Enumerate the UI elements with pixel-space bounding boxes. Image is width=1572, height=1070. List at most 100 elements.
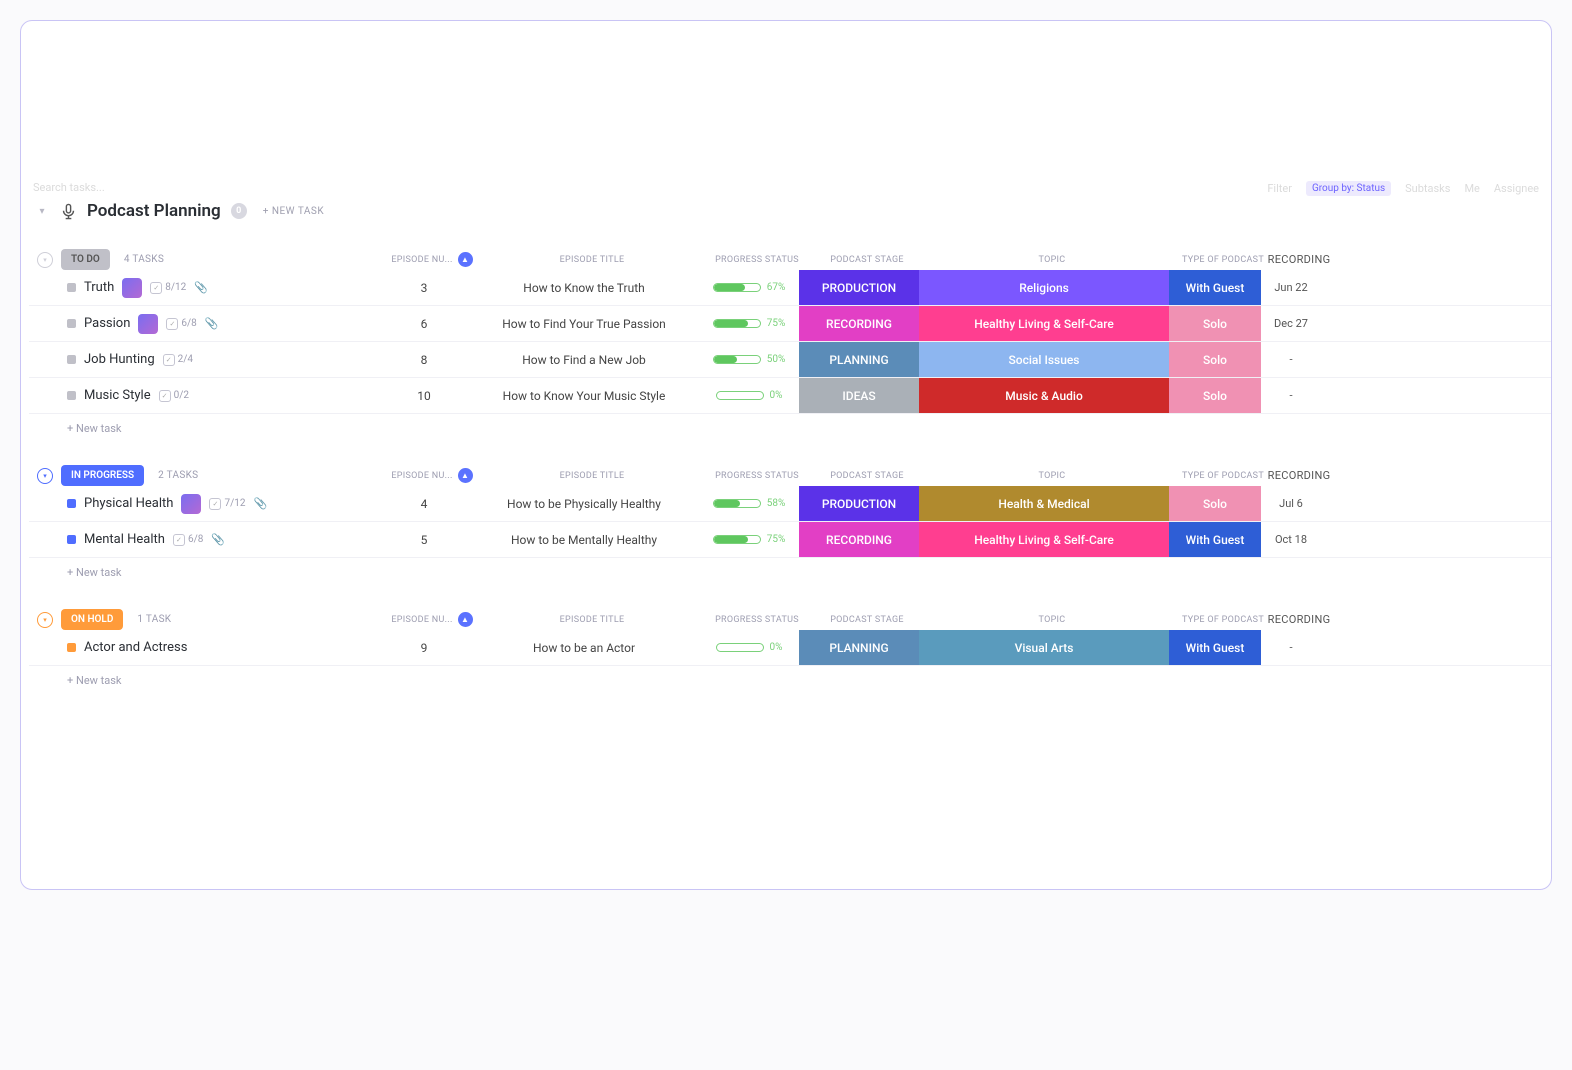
status-square-icon[interactable] bbox=[67, 319, 76, 328]
status-square-icon[interactable] bbox=[67, 355, 76, 364]
recording-date[interactable]: - bbox=[1261, 342, 1321, 377]
me-toggle[interactable]: Me bbox=[1464, 182, 1479, 195]
task-row[interactable]: Job Hunting ✓2/4 8 How to Find a New Job… bbox=[29, 342, 1551, 378]
stage-tag[interactable]: PLANNING bbox=[799, 630, 919, 665]
task-name-cell[interactable]: Physical Health ✓7/12 📎 bbox=[29, 486, 379, 521]
episode-num-cell[interactable]: 10 bbox=[379, 378, 469, 413]
episode-title-cell[interactable]: How to Find a New Job bbox=[469, 342, 699, 377]
avatar[interactable] bbox=[181, 494, 201, 514]
task-name-cell[interactable]: Passion ✓6/8 📎 bbox=[29, 306, 379, 341]
status-pill[interactable]: IN PROGRESS bbox=[61, 465, 144, 486]
episode-num-cell[interactable]: 4 bbox=[379, 486, 469, 521]
task-name-cell[interactable]: Job Hunting ✓2/4 bbox=[29, 342, 379, 377]
chevron-down-icon[interactable]: ▾ bbox=[35, 204, 49, 218]
progress-cell[interactable]: 50% bbox=[699, 342, 799, 377]
type-tag[interactable]: Solo bbox=[1169, 486, 1261, 521]
stage-tag[interactable]: PRODUCTION bbox=[799, 270, 919, 305]
subtask-indicator[interactable]: ✓2/4 bbox=[163, 354, 193, 366]
status-pill[interactable]: TO DO bbox=[61, 249, 110, 270]
topic-tag[interactable]: Health & Medical bbox=[919, 486, 1169, 521]
type-tag[interactable]: Solo bbox=[1169, 342, 1261, 377]
col-stage[interactable]: PODCAST STAGE bbox=[807, 615, 927, 625]
status-pill[interactable]: ON HOLD bbox=[61, 609, 123, 630]
subtask-indicator[interactable]: ✓6/8 bbox=[166, 318, 196, 330]
col-topic[interactable]: TOPIC bbox=[927, 255, 1177, 265]
attachment-icon[interactable]: 📎 bbox=[194, 281, 208, 294]
col-progress[interactable]: PROGRESS STATUS bbox=[707, 615, 807, 625]
episode-title-cell[interactable]: How to be Physically Healthy bbox=[469, 486, 699, 521]
status-square-icon[interactable] bbox=[67, 643, 76, 652]
col-episode-num[interactable]: EPISODE NU...▲ bbox=[387, 612, 477, 627]
status-square-icon[interactable] bbox=[67, 391, 76, 400]
progress-cell[interactable]: 58% bbox=[699, 486, 799, 521]
stage-tag[interactable]: RECORDING bbox=[799, 522, 919, 557]
progress-cell[interactable]: 0% bbox=[699, 630, 799, 665]
task-row[interactable]: Music Style ✓0/2 10 How to Know Your Mus… bbox=[29, 378, 1551, 414]
status-square-icon[interactable] bbox=[67, 283, 76, 292]
col-episode-title[interactable]: EPISODE TITLE bbox=[477, 471, 707, 481]
list-title[interactable]: Podcast Planning bbox=[87, 201, 221, 221]
collapse-toggle[interactable]: ▾ bbox=[37, 252, 53, 268]
topic-tag[interactable]: Visual Arts bbox=[919, 630, 1169, 665]
topic-tag[interactable]: Music & Audio bbox=[919, 378, 1169, 413]
col-progress[interactable]: PROGRESS STATUS bbox=[707, 255, 807, 265]
type-tag[interactable]: With Guest bbox=[1169, 522, 1261, 557]
task-name[interactable]: Music Style bbox=[84, 388, 151, 403]
task-name-cell[interactable]: Truth ✓8/12 📎 bbox=[29, 270, 379, 305]
type-tag[interactable]: Solo bbox=[1169, 378, 1261, 413]
episode-title-cell[interactable]: How to Know the Truth bbox=[469, 270, 699, 305]
episode-num-cell[interactable]: 6 bbox=[379, 306, 469, 341]
col-recording[interactable]: RECORDING bbox=[1269, 613, 1329, 626]
subtasks-toggle[interactable]: Subtasks bbox=[1405, 182, 1450, 195]
col-episode-num[interactable]: EPISODE NU...▲ bbox=[387, 468, 477, 483]
col-episode-num[interactable]: EPISODE NU...▲ bbox=[387, 252, 477, 267]
task-row[interactable]: Physical Health ✓7/12 📎 4 How to be Phys… bbox=[29, 486, 1551, 522]
filter-button[interactable]: Filter bbox=[1267, 182, 1292, 195]
stage-tag[interactable]: RECORDING bbox=[799, 306, 919, 341]
progress-cell[interactable]: 67% bbox=[699, 270, 799, 305]
task-name[interactable]: Job Hunting bbox=[84, 352, 155, 367]
sort-arrow-icon[interactable]: ▲ bbox=[458, 612, 473, 627]
col-recording[interactable]: RECORDING bbox=[1269, 253, 1329, 266]
col-type[interactable]: TYPE OF PODCAST bbox=[1177, 471, 1269, 481]
info-count-badge[interactable]: 0 bbox=[231, 203, 247, 219]
col-topic[interactable]: TOPIC bbox=[927, 471, 1177, 481]
col-recording[interactable]: RECORDING bbox=[1269, 469, 1329, 482]
col-episode-title[interactable]: EPISODE TITLE bbox=[477, 615, 707, 625]
subtask-indicator[interactable]: ✓6/8 bbox=[173, 534, 203, 546]
subtask-indicator[interactable]: ✓0/2 bbox=[159, 390, 189, 402]
avatar[interactable] bbox=[122, 278, 142, 298]
task-row[interactable]: Truth ✓8/12 📎 3 How to Know the Truth 67… bbox=[29, 270, 1551, 306]
recording-date[interactable]: Oct 18 bbox=[1261, 522, 1321, 557]
sort-arrow-icon[interactable]: ▲ bbox=[458, 252, 473, 267]
episode-title-cell[interactable]: How to Know Your Music Style bbox=[469, 378, 699, 413]
topic-tag[interactable]: Religions bbox=[919, 270, 1169, 305]
type-tag[interactable]: Solo bbox=[1169, 306, 1261, 341]
attachment-icon[interactable]: 📎 bbox=[205, 317, 219, 330]
stage-tag[interactable]: PRODUCTION bbox=[799, 486, 919, 521]
assignee-filter[interactable]: Assignee bbox=[1494, 182, 1539, 195]
episode-num-cell[interactable]: 9 bbox=[379, 630, 469, 665]
task-row[interactable]: Mental Health ✓6/8 📎 5 How to be Mentall… bbox=[29, 522, 1551, 558]
recording-date[interactable]: Dec 27 bbox=[1261, 306, 1321, 341]
avatar[interactable] bbox=[138, 314, 158, 334]
group-by-chip[interactable]: Group by: Status bbox=[1306, 181, 1391, 196]
status-square-icon[interactable] bbox=[67, 535, 76, 544]
task-name[interactable]: Mental Health bbox=[84, 532, 165, 547]
episode-num-cell[interactable]: 5 bbox=[379, 522, 469, 557]
topic-tag[interactable]: Healthy Living & Self-Care bbox=[919, 306, 1169, 341]
episode-num-cell[interactable]: 8 bbox=[379, 342, 469, 377]
attachment-icon[interactable]: 📎 bbox=[253, 497, 267, 510]
topic-tag[interactable]: Healthy Living & Self-Care bbox=[919, 522, 1169, 557]
task-name[interactable]: Truth bbox=[84, 280, 114, 295]
col-stage[interactable]: PODCAST STAGE bbox=[807, 255, 927, 265]
subtask-indicator[interactable]: ✓8/12 bbox=[150, 282, 186, 294]
stage-tag[interactable]: PLANNING bbox=[799, 342, 919, 377]
collapse-toggle[interactable]: ▾ bbox=[37, 468, 53, 484]
task-name-cell[interactable]: Actor and Actress bbox=[29, 630, 379, 665]
progress-cell[interactable]: 75% bbox=[699, 306, 799, 341]
recording-date[interactable]: - bbox=[1261, 378, 1321, 413]
add-task-button[interactable]: + New task bbox=[29, 666, 1551, 695]
topic-tag[interactable]: Social Issues bbox=[919, 342, 1169, 377]
new-task-button[interactable]: + NEW TASK bbox=[257, 204, 330, 219]
